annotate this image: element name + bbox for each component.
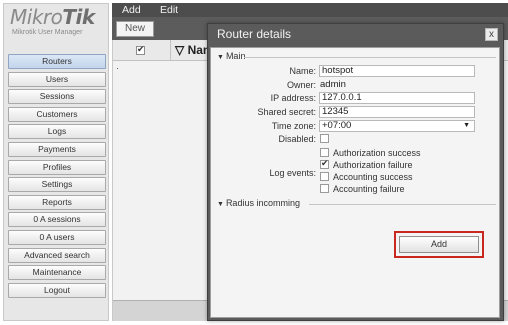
auth-failure-label: Authorization failure xyxy=(333,160,413,170)
sidebar-item-sessions[interactable]: Sessions xyxy=(8,89,106,105)
disabled-label: Disabled: xyxy=(278,134,316,144)
grid-row-marker: · xyxy=(116,63,119,73)
acct-failure-label: Accounting failure xyxy=(333,184,405,194)
name-field[interactable]: hotspot xyxy=(319,65,475,77)
owner-label: Owner: xyxy=(286,80,316,90)
close-button[interactable]: x xyxy=(485,28,498,41)
menu-add[interactable]: Add xyxy=(122,3,141,17)
chevron-down-icon: ▼ xyxy=(463,122,470,129)
disabled-row: Disabled: xyxy=(211,133,501,145)
router-details-dialog: Router details x ▼ Main Name: hotspot Own… xyxy=(207,23,504,321)
ip-row: IP address: 127.0.0.1 xyxy=(211,92,501,104)
shared-secret-field[interactable]: 12345 xyxy=(319,106,475,118)
sidebar-item-profiles[interactable]: Profiles xyxy=(8,159,106,175)
acct-success-label: Accounting success xyxy=(333,172,413,182)
sidebar-item-maintenance[interactable]: Maintenance xyxy=(8,265,106,281)
section-main-toggle[interactable]: ▼ Main xyxy=(217,51,245,61)
acct-failure-checkbox[interactable] xyxy=(320,184,329,193)
sidebar: MikroTik Mikrotik User Manager Routers U… xyxy=(3,3,109,321)
select-all-column xyxy=(113,40,171,61)
select-all-checkbox[interactable] xyxy=(136,44,145,55)
section-divider xyxy=(244,57,496,58)
auth-success-checkbox[interactable] xyxy=(320,148,329,157)
add-button-highlight: Add xyxy=(394,231,484,258)
sidebar-nav: Routers Users Sessions Customers Logs Pa… xyxy=(8,54,106,300)
auth-failure-checkbox[interactable] xyxy=(320,158,329,169)
owner-value: admin xyxy=(320,79,346,90)
logo-text: MikroTik xyxy=(10,5,95,29)
auth-success-label: Authorization success xyxy=(333,148,421,158)
secret-row: Shared secret: 12345 xyxy=(211,106,501,118)
new-button[interactable]: New xyxy=(116,21,154,37)
sidebar-item-logout[interactable]: Logout xyxy=(8,282,106,298)
sidebar-item-routers[interactable]: Routers xyxy=(8,54,106,69)
timezone-value: +07:00 xyxy=(322,120,352,131)
timezone-row: Time zone: +07:00 ▼ xyxy=(211,120,501,132)
timezone-label: Time zone: xyxy=(271,121,316,131)
menu-edit[interactable]: Edit xyxy=(160,3,178,17)
acct-success-checkbox[interactable] xyxy=(320,172,329,181)
owner-row: Owner: admin xyxy=(211,79,501,91)
triangle-down-icon: ▼ xyxy=(217,201,224,208)
close-icon: x xyxy=(489,29,494,40)
dialog-title: Router details xyxy=(217,27,292,41)
triangle-down-icon: ▼ xyxy=(217,54,224,61)
secret-label: Shared secret: xyxy=(257,107,316,117)
name-label: Name: xyxy=(289,66,316,76)
mikrotik-logo: MikroTik Mikrotik User Manager xyxy=(10,6,106,46)
timezone-select[interactable]: +07:00 ▼ xyxy=(319,120,475,132)
dialog-titlebar[interactable]: Router details x xyxy=(208,24,503,46)
menu-bar: Add Edit xyxy=(112,3,508,17)
section-radius-toggle[interactable]: ▼ Radius incomming xyxy=(217,198,300,208)
add-button[interactable]: Add xyxy=(399,236,479,253)
sidebar-item-active-users[interactable]: 0 A users xyxy=(8,229,106,245)
disabled-checkbox[interactable] xyxy=(320,134,329,143)
sidebar-item-advanced-search[interactable]: Advanced search xyxy=(8,247,106,263)
sidebar-item-settings[interactable]: Settings xyxy=(8,177,106,193)
dialog-body: ▼ Main Name: hotspot Owner: admin IP addr… xyxy=(210,47,500,318)
sidebar-item-logs[interactable]: Logs xyxy=(8,124,106,140)
sidebar-item-users[interactable]: Users xyxy=(8,71,106,87)
sort-icon: ▽ xyxy=(175,43,185,57)
sidebar-item-reports[interactable]: Reports xyxy=(8,194,106,210)
log-events-label: Log events: xyxy=(269,168,316,178)
logo-subtitle: Mikrotik User Manager xyxy=(12,29,83,36)
section-divider xyxy=(309,204,496,205)
ip-address-field[interactable]: 127.0.0.1 xyxy=(319,92,475,104)
sidebar-item-customers[interactable]: Customers xyxy=(8,106,106,122)
sidebar-item-payments[interactable]: Payments xyxy=(8,141,106,157)
ip-label: IP address: xyxy=(270,93,316,103)
name-row: Name: hotspot xyxy=(211,65,501,77)
sidebar-item-active-sessions[interactable]: 0 A sessions xyxy=(8,212,106,228)
